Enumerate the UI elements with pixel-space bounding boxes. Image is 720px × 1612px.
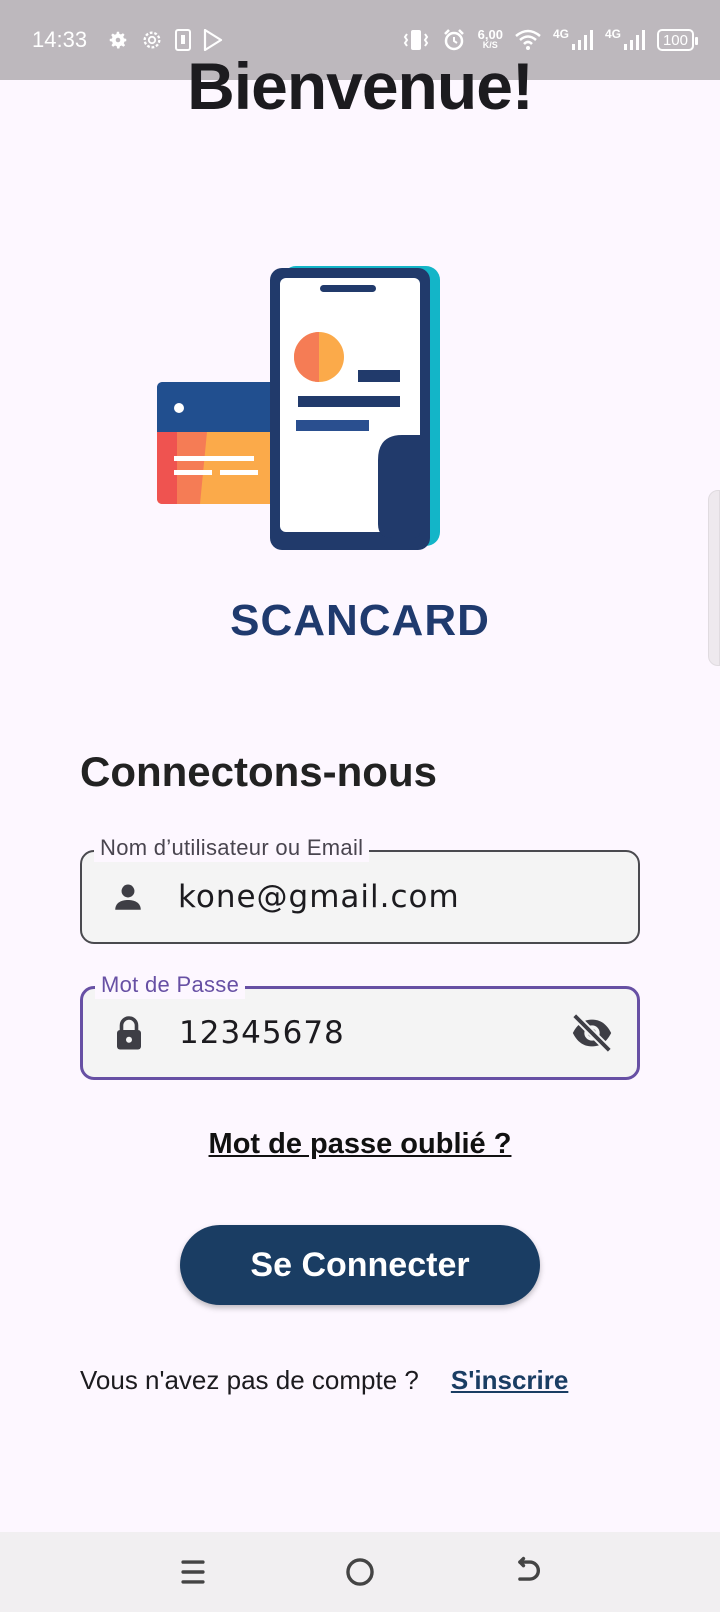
- signup-link[interactable]: S'inscrire: [451, 1365, 568, 1396]
- page-title: Bienvenue!: [187, 49, 534, 123]
- edge-panel-handle[interactable]: [708, 490, 720, 666]
- section-title: Connectons-nous: [80, 748, 437, 795]
- back-icon[interactable]: [510, 1555, 544, 1589]
- person-icon: [115, 884, 141, 910]
- password-label: Mot de Passe: [95, 971, 246, 999]
- forgot-password-link[interactable]: Mot de passe oublié ?: [0, 1128, 720, 1161]
- password-input[interactable]: [179, 1015, 557, 1051]
- password-field[interactable]: Mot de Passe: [80, 971, 640, 1080]
- menu-icon[interactable]: [176, 1555, 210, 1589]
- home-icon[interactable]: [343, 1555, 377, 1589]
- username-label: Nom d’utilisateur ou Email: [94, 834, 370, 862]
- lock-icon: [117, 1016, 141, 1050]
- speed-value: 6,00: [477, 27, 503, 42]
- signup-prompt: Vous n'avez pas de compte ?: [80, 1365, 419, 1395]
- signup-row: Vous n'avez pas de compte ? S'inscrire: [80, 1365, 568, 1396]
- username-field[interactable]: Nom d’utilisateur ou Email: [80, 834, 640, 944]
- brand-name: SCANCARD: [230, 596, 490, 645]
- visibility-off-icon[interactable]: [569, 1010, 615, 1056]
- login-button[interactable]: Se Connecter: [180, 1225, 540, 1305]
- network-type-2: 4G: [604, 27, 621, 41]
- system-nav-bar: [0, 1532, 720, 1612]
- scancard-logo-illustration: [157, 266, 440, 550]
- username-input[interactable]: [178, 879, 558, 915]
- network-type-1: 4G: [552, 27, 569, 41]
- battery-level: 100: [662, 31, 688, 49]
